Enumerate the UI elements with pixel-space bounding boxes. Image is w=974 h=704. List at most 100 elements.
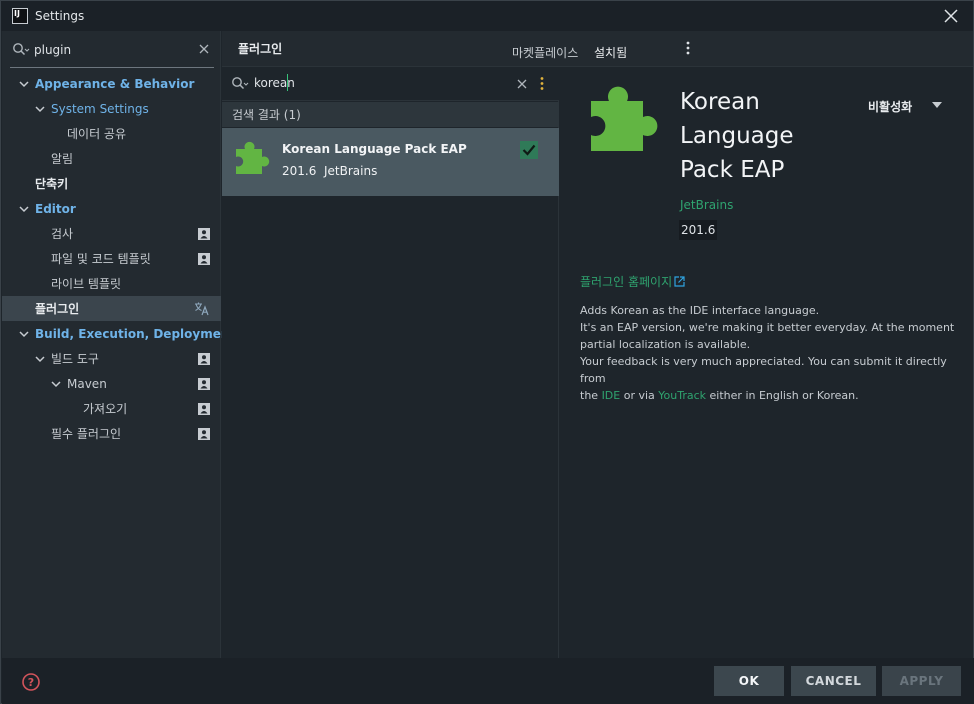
plugin-name-line: Language: [680, 123, 794, 149]
plugin-list-item[interactable]: Korean Language Pack EAP 201.6 JetBrains: [222, 128, 559, 196]
disable-button[interactable]: 비활성화: [868, 98, 912, 115]
tree-item-inspections[interactable]: 검사: [2, 221, 221, 246]
plugin-name-line: Pack EAP: [680, 157, 785, 183]
ok-button[interactable]: OK: [714, 666, 784, 696]
plugin-vendor: JetBrains: [324, 164, 378, 178]
dialog-footer: ? OK CANCEL APPLY: [2, 658, 974, 704]
checkmark-icon: [522, 144, 536, 156]
tree-item-file-code-templates[interactable]: 파일 및 코드 템플릿: [2, 246, 221, 271]
close-window-icon[interactable]: [941, 6, 961, 26]
youtrack-link[interactable]: YouTrack: [658, 389, 706, 402]
chevron-down-icon[interactable]: [35, 354, 45, 364]
tree-item-keymap[interactable]: 단축키: [2, 171, 221, 196]
plugin-search[interactable]: korean: [222, 67, 559, 101]
clear-search-icon[interactable]: [198, 42, 210, 56]
chevron-down-icon[interactable]: [19, 79, 29, 89]
tree-item-label: Maven: [67, 376, 107, 391]
translate-icon: [195, 302, 209, 316]
apply-button[interactable]: APPLY: [882, 666, 961, 696]
tree-item-build-execution-deployment[interactable]: Build, Execution, Deployment: [2, 321, 235, 346]
plugin-search-input[interactable]: korean: [254, 76, 295, 90]
tree-item-data-sharing[interactable]: 데이터 공유: [2, 121, 221, 146]
plugin-version-badge: 201.6: [679, 220, 718, 240]
tree-item-maven[interactable]: Maven: [2, 371, 221, 396]
tree-item-label: Editor: [35, 201, 76, 216]
description-line: partial localization is available.: [580, 338, 751, 351]
tab-marketplace[interactable]: 마켓플레이스: [512, 44, 578, 61]
settings-search[interactable]: plugin: [12, 39, 213, 61]
tree-item-build-tools[interactable]: 빌드 도구: [2, 346, 221, 371]
plugin-list-panel: korean 검색 결과 (1) Korean Language Pack EA…: [222, 67, 559, 658]
dropdown-arrow-icon[interactable]: [931, 101, 943, 109]
plugin-homepage-link[interactable]: 플러그인 홈페이지: [580, 273, 685, 290]
help-icon[interactable]: ?: [21, 672, 41, 692]
search-icon: [232, 77, 249, 90]
puzzle-piece-icon: [591, 86, 658, 151]
external-link-icon: [674, 276, 685, 287]
settings-search-input[interactable]: plugin: [34, 43, 71, 57]
settings-window: IJ Settings plugin Appearance & Behavior: [0, 0, 974, 704]
profile-icon: [198, 252, 210, 265]
plugin-version: 201.6: [282, 164, 317, 178]
tree-item-label: 플러그인: [35, 302, 80, 316]
description-line: Your feedback is very much appreciated. …: [580, 355, 947, 385]
tree-item-label: System Settings: [51, 101, 149, 116]
profile-icon: [198, 402, 210, 415]
description-text: the: [580, 389, 602, 402]
search-results-header: 검색 결과 (1): [222, 102, 559, 127]
clear-search-icon[interactable]: [516, 77, 528, 91]
tree-item-label: 라이브 템플릿: [51, 277, 122, 291]
plugin-meta: 201.6 JetBrains: [282, 164, 377, 178]
settings-sidebar: plugin Appearance & Behavior System Sett…: [2, 31, 235, 658]
tree-item-label: 빌드 도구: [51, 352, 99, 366]
tree-item-label: 단축키: [35, 177, 69, 191]
plugin-name: Korean Language Pack EAP: [282, 142, 467, 156]
plugins-header: 플러그인 마켓플레이스 설치됨: [222, 31, 973, 67]
puzzle-piece-icon: [236, 141, 270, 174]
tree-item-label: 필수 플러그인: [51, 427, 122, 441]
tree-item-notifications[interactable]: 알림: [2, 146, 221, 171]
description-line: the IDE or via YouTrack either in Englis…: [580, 387, 960, 404]
tree-item-appearance-behavior[interactable]: Appearance & Behavior: [2, 71, 221, 96]
tree-item-editor[interactable]: Editor: [2, 196, 221, 221]
ide-link[interactable]: IDE: [602, 389, 621, 402]
tree-item-label: 데이터 공유: [67, 127, 127, 141]
results-count-label: 검색 결과 (1): [232, 108, 301, 122]
chevron-down-icon[interactable]: [19, 204, 29, 214]
tab-installed[interactable]: 설치됨: [594, 44, 627, 61]
plugin-detail-panel: Korean Language Pack EAP 비활성화 JetBrains …: [560, 67, 973, 658]
tree-item-plugins[interactable]: 플러그인: [2, 296, 221, 321]
profile-icon: [198, 227, 210, 240]
window-title: Settings: [35, 9, 85, 23]
tree-item-label: 가져오기: [83, 402, 128, 416]
svg-text:?: ?: [28, 676, 34, 689]
plugin-vendor-link[interactable]: JetBrains: [680, 198, 733, 212]
plugin-enabled-checkbox[interactable]: [520, 141, 538, 159]
description-line: It's an EAP version, we're making it bet…: [580, 321, 955, 334]
tree-item-label: 파일 및 코드 템플릿: [51, 252, 151, 266]
description-line: Adds Korean as the IDE interface languag…: [580, 304, 820, 317]
tree-item-maven-importing[interactable]: 가져오기: [2, 396, 221, 421]
chevron-down-icon[interactable]: [19, 329, 29, 339]
search-options-icon[interactable]: [540, 76, 544, 91]
search-icon: [13, 43, 30, 56]
chevron-down-icon[interactable]: [35, 104, 45, 114]
tree-item-system-settings[interactable]: System Settings: [2, 96, 221, 121]
tree-item-label: 알림: [51, 152, 74, 166]
settings-tree: Appearance & Behavior System Settings 데이…: [2, 71, 235, 446]
tree-item-label: Appearance & Behavior: [35, 76, 195, 91]
more-options-icon[interactable]: [686, 41, 690, 55]
cancel-button[interactable]: CANCEL: [791, 666, 876, 696]
homepage-label: 플러그인 홈페이지: [580, 275, 673, 289]
title-bar: IJ Settings: [1, 1, 973, 31]
profile-icon: [198, 377, 210, 390]
tree-item-required-plugins[interactable]: 필수 플러그인: [2, 421, 221, 446]
intellij-app-icon: IJ: [12, 8, 28, 24]
plugin-description: Adds Korean as the IDE interface languag…: [580, 302, 960, 404]
tree-item-label: Build, Execution, Deployment: [35, 326, 236, 341]
text-cursor: [287, 74, 288, 91]
tree-item-label: 검사: [51, 227, 74, 241]
tree-item-live-templates[interactable]: 라이브 템플릿: [2, 271, 221, 296]
page-title: 플러그인: [238, 42, 283, 56]
chevron-down-icon[interactable]: [51, 379, 61, 389]
